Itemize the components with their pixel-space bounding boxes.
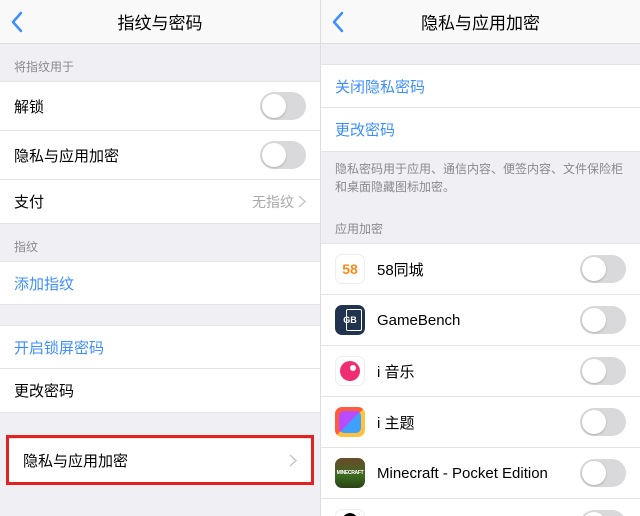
app-icon-imusic: [335, 356, 365, 386]
label-enable-lock-pwd: 开启锁屏密码: [14, 337, 306, 358]
label-unlock: 解锁: [14, 96, 260, 117]
page-title: 指纹与密码: [118, 9, 203, 34]
app-icon-gamebench: GB: [335, 305, 365, 335]
app-name: 58同城: [377, 259, 580, 280]
content-scroll[interactable]: 关闭隐私密码 更改密码 隐私密码用于应用、通信内容、便签内容、文件保险柜和桌面隐…: [321, 44, 640, 516]
chevron-left-icon: [331, 11, 345, 33]
back-button[interactable]: [10, 0, 24, 44]
toggle-unlock[interactable]: [260, 92, 306, 120]
app-name: i 音乐: [377, 361, 580, 382]
row-payment[interactable]: 支付 无指纹: [0, 180, 320, 224]
toggle-app[interactable]: [580, 255, 626, 283]
section-header-use: 将指纹用于: [0, 44, 320, 81]
toggle-app[interactable]: [580, 459, 626, 487]
label-privacy-encrypt: 隐私与应用加密: [14, 145, 260, 166]
toggle-privacy-encrypt[interactable]: [260, 141, 306, 169]
section-header-app: 应用加密: [321, 206, 640, 243]
app-name: GameBench: [377, 312, 580, 329]
row-unlock[interactable]: 解锁: [0, 81, 320, 131]
fingerprint-password-pane: 指纹与密码 将指纹用于 解锁 隐私与应用加密 支付 无指纹 指纹 添加指纹 开启…: [0, 0, 320, 516]
app-row[interactable]: QQ: [321, 499, 640, 516]
content-scroll[interactable]: 将指纹用于 解锁 隐私与应用加密 支付 无指纹 指纹 添加指纹 开启锁屏密码 更…: [0, 44, 320, 516]
label-privacy-encrypt-nav: 隐私与应用加密: [23, 450, 289, 471]
header: 隐私与应用加密: [321, 0, 640, 44]
row-privacy-encrypt-nav[interactable]: 隐私与应用加密: [9, 438, 311, 482]
row-add-fingerprint[interactable]: 添加指纹: [0, 261, 320, 305]
label-add-fp: 添加指纹: [14, 273, 306, 294]
back-button[interactable]: [331, 0, 345, 44]
app-row[interactable]: 58 58同城: [321, 243, 640, 295]
app-icon-qq: [335, 509, 365, 516]
app-name: i 主题: [377, 412, 580, 433]
row-enable-lock-pwd[interactable]: 开启锁屏密码: [0, 325, 320, 369]
privacy-desc: 隐私密码用于应用、通信内容、便签内容、文件保险柜和桌面隐藏图标加密。: [321, 152, 640, 206]
app-row[interactable]: MINECRAFT Minecraft - Pocket Edition: [321, 448, 640, 499]
toggle-app[interactable]: [580, 408, 626, 436]
app-icon-58: 58: [335, 254, 365, 284]
value-payment: 无指纹: [252, 192, 294, 212]
row-privacy-encrypt-toggle[interactable]: 隐私与应用加密: [0, 131, 320, 180]
chevron-right-icon: [298, 195, 306, 208]
chevron-right-icon: [289, 454, 297, 467]
app-icon-minecraft: MINECRAFT: [335, 458, 365, 488]
row-change-pwd[interactable]: 更改密码: [0, 369, 320, 413]
section-header-fp: 指纹: [0, 224, 320, 261]
highlight-box: 隐私与应用加密: [6, 435, 314, 485]
toggle-app[interactable]: [580, 357, 626, 385]
app-name: Minecraft - Pocket Edition: [377, 465, 580, 482]
app-row[interactable]: GB GameBench: [321, 295, 640, 346]
app-row[interactable]: i 主题: [321, 397, 640, 448]
row-close-privacy-pwd[interactable]: 关闭隐私密码: [321, 64, 640, 108]
chevron-left-icon: [10, 11, 24, 33]
toggle-app[interactable]: [580, 510, 626, 516]
app-icon-itheme: [335, 407, 365, 437]
header: 指纹与密码: [0, 0, 320, 44]
label-change-pwd: 更改密码: [335, 119, 626, 140]
label-close-privacy-pwd: 关闭隐私密码: [335, 76, 626, 97]
label-change-pwd: 更改密码: [14, 380, 306, 401]
row-change-pwd[interactable]: 更改密码: [321, 108, 640, 152]
label-payment: 支付: [14, 191, 252, 212]
app-row[interactable]: i 音乐: [321, 346, 640, 397]
toggle-app[interactable]: [580, 306, 626, 334]
page-title: 隐私与应用加密: [421, 9, 540, 34]
privacy-encrypt-pane: 隐私与应用加密 关闭隐私密码 更改密码 隐私密码用于应用、通信内容、便签内容、文…: [320, 0, 640, 516]
